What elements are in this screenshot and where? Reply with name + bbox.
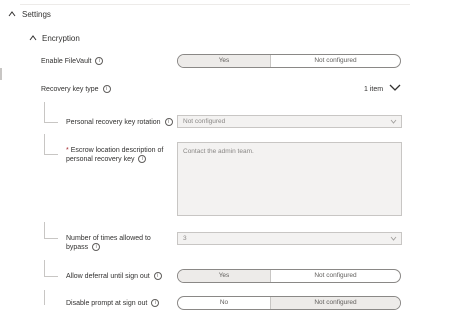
textarea-placeholder: Contact the admin team. [183, 148, 254, 155]
info-icon[interactable]: i [164, 118, 173, 127]
toggle-yes-option[interactable]: Yes [178, 270, 271, 282]
dropdown-value: Not configured [183, 118, 226, 125]
info-icon[interactable]: i [151, 299, 160, 308]
tree-line [44, 276, 58, 277]
times-bypass-dropdown[interactable]: 3 [177, 232, 402, 245]
chevron-down-icon[interactable] [388, 82, 402, 92]
allow-deferral-row: Allow deferral until sign out i [66, 272, 162, 281]
chevron-up-icon[interactable] [7, 9, 19, 21]
allow-deferral-label: Allow deferral until sign out [66, 273, 150, 280]
toggle-not-configured-option[interactable]: Not configured [271, 297, 400, 309]
encryption-header[interactable]: Encryption [42, 34, 80, 43]
disable-prompt-label: Disable prompt at sign out [66, 300, 148, 307]
personal-rotation-dropdown[interactable]: Not configured [177, 115, 402, 128]
info-icon[interactable]: i [138, 155, 147, 164]
item-count: 1 item [364, 86, 384, 93]
escrow-location-label-line1: Escrow location description of [70, 147, 164, 154]
enable-filevault-toggle[interactable]: Yes Not configured [177, 54, 401, 68]
toggle-no-option[interactable]: No [178, 297, 271, 309]
toggle-not-configured-option[interactable]: Not configured [271, 55, 400, 67]
tree-line [44, 154, 58, 155]
recovery-key-type-label: Recovery key type [41, 86, 99, 93]
toggle-yes-option[interactable]: Yes [178, 55, 271, 67]
tree-line [44, 134, 45, 154]
info-icon[interactable]: i [92, 243, 101, 252]
escrow-location-row: * Escrow location description of persona… [66, 146, 163, 164]
dropdown-value: 3 [183, 235, 187, 242]
chevron-down-icon [390, 118, 397, 125]
times-bypass-row: Number of times allowed to bypass i [66, 234, 151, 252]
allow-deferral-toggle[interactable]: Yes Not configured [177, 269, 401, 283]
tree-line [44, 222, 45, 238]
info-icon[interactable]: i [95, 57, 104, 66]
disable-prompt-toggle[interactable]: No Not configured [177, 296, 401, 310]
escrow-location-textarea[interactable]: Contact the admin team. [177, 142, 402, 216]
settings-header[interactable]: Settings [22, 10, 51, 19]
chevron-down-icon [390, 235, 397, 242]
enable-filevault-label: Enable FileVault [41, 58, 92, 65]
times-bypass-label-line1: Number of times allowed to [66, 235, 151, 242]
info-icon[interactable]: i [102, 85, 111, 94]
required-asterisk: * [66, 147, 69, 154]
info-icon[interactable]: i [153, 272, 162, 281]
top-divider [20, 4, 410, 5]
tree-line [44, 102, 45, 122]
times-bypass-label-line2: bypass [66, 244, 89, 251]
toggle-not-configured-option[interactable]: Not configured [271, 270, 400, 282]
recovery-key-type-row: Recovery key type i [41, 85, 111, 94]
tree-line [44, 238, 58, 239]
enable-filevault-row: Enable FileVault i [41, 57, 104, 66]
disable-prompt-row: Disable prompt at sign out i [66, 299, 160, 308]
tree-line [44, 122, 58, 123]
escrow-location-label-line2: personal recovery key [66, 156, 135, 163]
personal-rotation-label: Personal recovery key rotation [66, 119, 161, 126]
scroll-indicator [0, 68, 2, 80]
chevron-up-icon[interactable] [28, 33, 40, 45]
personal-rotation-row: Personal recovery key rotation i [66, 118, 173, 127]
tree-line [44, 260, 45, 276]
tree-line [44, 290, 45, 305]
